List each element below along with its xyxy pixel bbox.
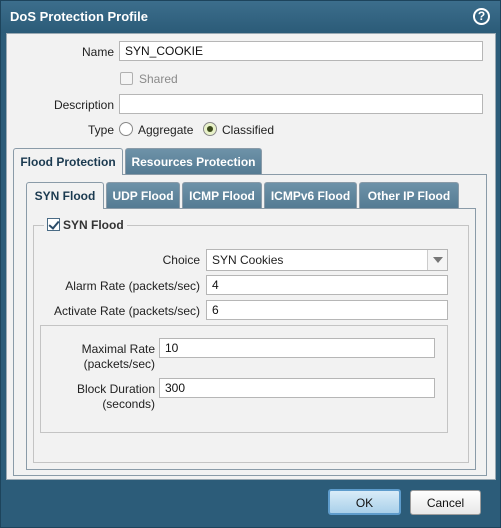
dialog-titlebar: DoS Protection Profile ? <box>1 1 500 33</box>
tab-resources-protection[interactable]: Resources Protection <box>125 148 262 174</box>
syn-flood-enabled-checkbox[interactable] <box>47 218 60 231</box>
tab-udp-flood[interactable]: UDP Flood <box>106 182 180 208</box>
maximal-rate-label-line1: Maximal Rate <box>81 342 155 356</box>
shared-checkbox[interactable] <box>120 72 133 85</box>
chevron-down-icon[interactable] <box>427 250 447 270</box>
block-duration-label-line2: (seconds) <box>102 397 155 411</box>
ok-button[interactable]: OK <box>328 489 401 515</box>
alarm-rate-label: Alarm Rate (packets/sec) <box>65 279 200 293</box>
syn-flood-legend: SYN Flood <box>44 218 127 232</box>
dialog-title: DoS Protection Profile <box>10 9 148 24</box>
maximal-rate-label-line2: (packets/sec) <box>83 357 155 371</box>
flood-protection-panel: SYN Flood UDP Flood ICMP Flood ICMPv6 Fl… <box>13 174 487 476</box>
dialog-body: Name SYN_COOKIE Shared Description Type … <box>6 33 496 480</box>
type-option-aggregate-label: Aggregate <box>138 123 194 137</box>
tab-syn-flood[interactable]: SYN Flood <box>26 182 104 209</box>
choice-label: Choice <box>162 253 200 267</box>
description-label: Description <box>53 98 114 112</box>
dos-protection-profile-dialog: DoS Protection Profile ? Name SYN_COOKIE… <box>0 0 501 528</box>
type-option-classified-label: Classified <box>222 123 275 137</box>
maximal-rate-label: Maximal Rate (packets/sec) <box>41 342 155 372</box>
maximal-rate-input[interactable]: 10 <box>159 338 435 358</box>
tab-other-ip-flood[interactable]: Other IP Flood <box>359 182 459 208</box>
activate-rate-input[interactable]: 6 <box>206 300 448 320</box>
syn-flood-fieldset: SYN Flood Choice SYN Cookies Alarm Rate … <box>33 218 469 463</box>
tab-icmp-flood[interactable]: ICMP Flood <box>182 182 262 208</box>
shared-label: Shared <box>139 72 178 86</box>
block-duration-input[interactable]: 300 <box>159 378 435 398</box>
name-input[interactable]: SYN_COOKIE <box>119 41 483 61</box>
type-label: Type <box>87 123 114 137</box>
syn-flood-enabled-label: SYN Flood <box>63 218 124 232</box>
type-radio-classified[interactable] <box>203 122 217 136</box>
block-duration-label-line1: Block Duration <box>76 382 155 396</box>
tab-flood-protection[interactable]: Flood Protection <box>13 148 123 175</box>
choice-select[interactable]: SYN Cookies <box>206 249 448 271</box>
type-radio-aggregate[interactable] <box>119 122 133 136</box>
help-icon[interactable]: ? <box>473 8 490 25</box>
syn-flood-panel: SYN Flood Choice SYN Cookies Alarm Rate … <box>26 208 476 470</box>
block-duration-label: Block Duration (seconds) <box>41 382 155 412</box>
alarm-rate-input[interactable]: 4 <box>206 275 448 295</box>
block-settings-group: Maximal Rate (packets/sec) 10 Block Dura… <box>40 325 448 433</box>
choice-select-value: SYN Cookies <box>212 253 284 267</box>
activate-rate-label: Activate Rate (packets/sec) <box>53 304 200 318</box>
tab-icmpv6-flood[interactable]: ICMPv6 Flood <box>264 182 357 208</box>
name-label: Name <box>81 45 114 59</box>
cancel-button[interactable]: Cancel <box>410 490 481 515</box>
description-input[interactable] <box>119 94 483 114</box>
